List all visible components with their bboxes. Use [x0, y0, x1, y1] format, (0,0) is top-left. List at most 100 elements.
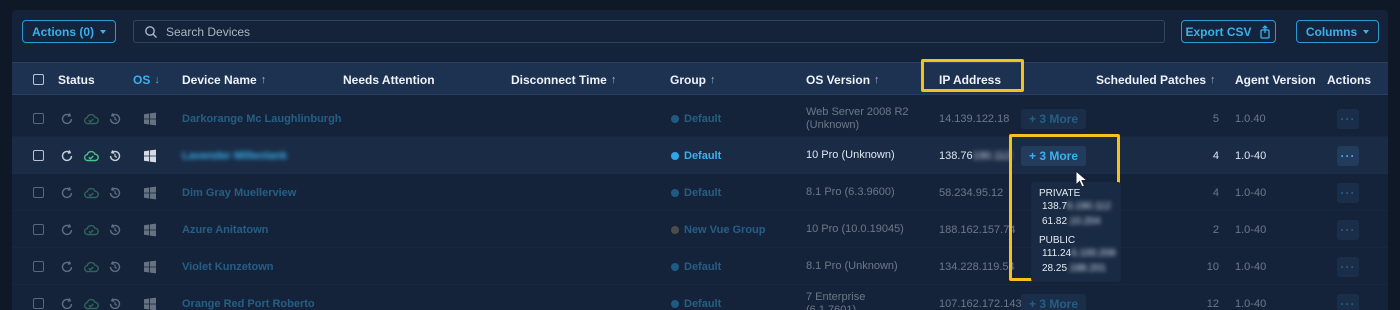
windows-icon — [143, 174, 157, 211]
refresh-icon[interactable] — [60, 186, 74, 200]
group-label[interactable]: Default — [684, 150, 721, 162]
group-label[interactable]: Default — [684, 187, 721, 199]
devices-panel: Actions (0) Export CSV Columns Status OS… — [12, 10, 1388, 310]
table-row[interactable]: Azure Anitatown New Vue Group 10 Pro (10… — [12, 211, 1388, 248]
row-checkbox[interactable] — [33, 285, 44, 310]
column-device-name-label: Device Name — [182, 72, 257, 87]
history-icon[interactable] — [108, 112, 122, 126]
row-checkbox[interactable] — [33, 174, 44, 211]
history-icon[interactable] — [108, 149, 122, 163]
refresh-icon[interactable] — [60, 149, 74, 163]
column-device-name[interactable]: Device Name ↑ — [182, 63, 266, 96]
actions-dropdown-button[interactable]: Actions (0) — [22, 20, 116, 43]
row-actions-button[interactable]: ··· — [1337, 108, 1359, 129]
status-icons — [60, 174, 122, 211]
history-icon[interactable] — [108, 260, 122, 274]
device-name-link[interactable]: Violet Kunzetown — [182, 248, 273, 285]
table-row[interactable]: Orange Red Port Roberto Default 7 Enterp… — [12, 285, 1388, 310]
export-csv-button[interactable]: Export CSV — [1181, 20, 1276, 43]
more-ips-button-wrap: + 3 More — [1021, 285, 1087, 310]
group-label[interactable]: Default — [684, 298, 721, 310]
windows-icon — [143, 285, 157, 310]
device-name-link[interactable]: Orange Red Port Roberto — [182, 285, 315, 310]
group-dot — [671, 151, 679, 160]
history-icon[interactable] — [108, 186, 122, 200]
column-os[interactable]: OS ↓ — [133, 63, 160, 96]
more-ips-button[interactable]: + 3 More — [1021, 293, 1087, 310]
row-checkbox[interactable] — [33, 100, 44, 137]
more-ips-button[interactable]: + 3 More — [1021, 108, 1087, 129]
column-needs-attention-label: Needs Attention — [343, 72, 435, 87]
device-name-link[interactable]: Dim Gray Muellerview — [182, 174, 296, 211]
status-icons — [60, 100, 122, 137]
device-name-link[interactable]: Darkorange Mc Laughlinburgh — [182, 100, 342, 137]
table-row[interactable]: Lavender Millenlank Default 10 Pro (Unkn… — [12, 137, 1388, 174]
search-box[interactable] — [133, 20, 1165, 43]
status-icons — [60, 211, 122, 248]
more-ips-button[interactable]: + 3 More — [1021, 145, 1087, 166]
row-actions-button[interactable]: ··· — [1337, 256, 1359, 277]
ip-address-cell: 58.234.95.12 — [939, 186, 1004, 199]
sort-up-icon: ↑ — [1210, 73, 1216, 86]
refresh-icon[interactable] — [60, 297, 74, 310]
agent-version-cell: 1.0.40 — [1235, 112, 1266, 125]
device-name-link[interactable]: Azure Anitatown — [182, 211, 268, 248]
column-ip-address[interactable]: IP Address — [939, 63, 1001, 96]
table-row[interactable]: Darkorange Mc Laughlinburgh Default Web … — [12, 100, 1388, 137]
row-checkbox[interactable] — [33, 137, 44, 174]
windows-icon — [143, 248, 157, 285]
status-icons — [60, 285, 122, 310]
column-disconnect-time[interactable]: Disconnect Time ↑ — [511, 63, 616, 96]
ip-address-cell: 134.228.119.54 — [939, 260, 1015, 273]
refresh-icon[interactable] — [60, 260, 74, 274]
agent-version-cell: 1.0-40 — [1235, 223, 1267, 236]
group-label[interactable]: New Vue Group — [684, 224, 766, 236]
group-dot — [671, 225, 679, 234]
column-ip-address-label: IP Address — [939, 72, 1002, 87]
history-icon[interactable] — [108, 297, 122, 310]
column-group[interactable]: Group ↑ — [670, 63, 716, 96]
row-checkbox[interactable] — [33, 248, 44, 285]
select-all-checkbox[interactable] — [33, 63, 44, 96]
column-scheduled-patches[interactable]: Scheduled Patches ↑ — [1096, 63, 1216, 96]
search-icon — [145, 25, 157, 38]
cloud-check-icon — [83, 150, 99, 161]
device-name-link[interactable]: Lavender Millenlank — [182, 137, 287, 174]
table-row[interactable]: Dim Gray Muellerview Default 8.1 Pro (6.… — [12, 174, 1388, 211]
column-needs-attention[interactable]: Needs Attention — [343, 63, 435, 96]
refresh-icon[interactable] — [60, 112, 74, 126]
more-ips-button-wrap: + 3 More — [1021, 137, 1087, 174]
refresh-icon[interactable] — [60, 223, 74, 237]
group-label[interactable]: Default — [684, 261, 721, 273]
column-os-version[interactable]: OS Version ↑ — [806, 63, 880, 96]
group-cell: Default — [671, 174, 721, 211]
columns-dropdown-button[interactable]: Columns — [1296, 20, 1379, 43]
agent-version-cell: 1.0-40 — [1235, 186, 1267, 199]
status-icons — [60, 248, 122, 285]
row-actions-wrap: ··· — [1337, 248, 1359, 285]
column-agent-version-label: Agent Version — [1235, 72, 1316, 87]
cloud-check-icon — [83, 187, 99, 198]
os-version-cell: Web Server 2008 R2 (Unknown) — [806, 105, 909, 131]
row-actions-button[interactable]: ··· — [1337, 219, 1359, 240]
row-actions-button[interactable]: ··· — [1337, 145, 1359, 166]
column-agent-version[interactable]: Agent Version — [1235, 63, 1316, 96]
scheduled-patches-cell: 2 — [1212, 223, 1219, 236]
row-checkbox[interactable] — [33, 211, 44, 248]
agent-version-cell: 1.0-40 — [1235, 297, 1267, 310]
history-icon[interactable] — [108, 223, 122, 237]
group-label[interactable]: Default — [684, 113, 721, 125]
table-row[interactable]: Violet Kunzetown Default 8.1 Pro (Unknow… — [12, 248, 1388, 285]
os-version-cell: 7 Enterprise (6.1.7601) — [806, 290, 866, 310]
group-dot — [671, 188, 679, 197]
row-actions-button[interactable]: ··· — [1337, 293, 1359, 310]
toolbar: Actions (0) Export CSV Columns — [12, 10, 1388, 54]
column-os-version-label: OS Version — [806, 72, 871, 87]
table-header: Status OS ↓ Device Name ↑ Needs Attention … — [12, 62, 1388, 95]
column-scheduled-patches-label: Scheduled Patches — [1096, 72, 1207, 87]
windows-icon — [143, 137, 157, 174]
row-actions-button[interactable]: ··· — [1337, 182, 1359, 203]
search-input[interactable] — [166, 24, 1066, 39]
column-actions: Actions — [1327, 63, 1371, 96]
column-status[interactable]: Status — [58, 63, 95, 96]
